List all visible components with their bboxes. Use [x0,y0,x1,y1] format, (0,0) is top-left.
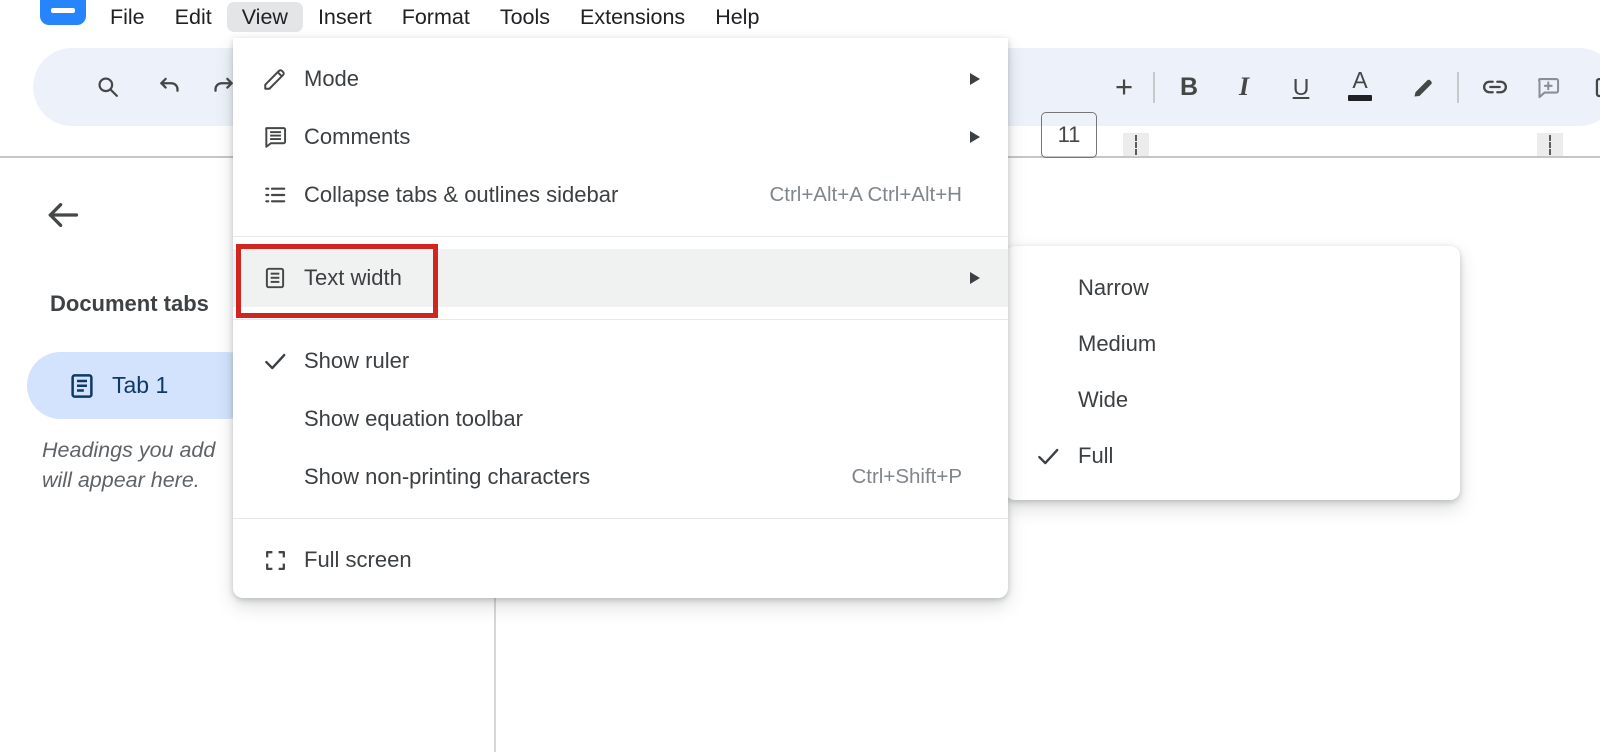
menu-divider [233,236,1008,237]
tab-1-item[interactable]: Tab 1 [27,352,260,419]
submenu-arrow-icon [970,73,980,85]
menu-item-show-ruler[interactable]: Show ruler [233,332,1008,390]
bold-icon: B [1180,73,1198,102]
menu-insert[interactable]: Insert [303,2,387,32]
underline-icon: U [1293,74,1310,101]
ruler-indent-marker[interactable] [1537,133,1563,157]
menubar-items: File Edit View Insert Format Tools Exten… [95,0,774,34]
menu-format[interactable]: Format [387,2,485,32]
docs-logo-bar [51,8,75,13]
check-icon [258,348,292,374]
text-width-submenu: Narrow Medium Wide Full [1005,246,1460,500]
page-edge-line [494,598,496,752]
highlight-color-icon[interactable] [1404,67,1444,107]
menu-extensions[interactable]: Extensions [565,2,700,32]
document-tabs-title: Document tabs [50,291,209,317]
shortcut-label: Ctrl+Alt+A Ctrl+Alt+H [769,183,962,207]
docs-logo-icon[interactable] [40,0,86,25]
font-size-input[interactable]: 11 [1041,112,1097,158]
submenu-item-medium[interactable]: Medium [1005,316,1460,372]
full-screen-icon [258,548,292,573]
submenu-item-wide[interactable]: Wide [1005,372,1460,428]
menu-tools[interactable]: Tools [485,2,565,32]
italic-button[interactable]: I [1224,67,1264,107]
headings-hint: Headings you add will appear here. [42,436,215,495]
italic-icon: I [1239,72,1249,102]
increase-font-size-button[interactable]: + [1104,67,1144,107]
insert-link-icon[interactable] [1475,67,1515,107]
menu-item-mode[interactable]: Mode [233,50,1008,108]
menu-view[interactable]: View [227,2,303,32]
submenu-item-narrow[interactable]: Narrow [1005,260,1460,316]
bold-button[interactable]: B [1169,67,1209,107]
google-docs-window: File Edit View Insert Format Tools Exten… [0,0,1600,752]
submenu-arrow-icon [970,131,980,143]
submenu-item-full[interactable]: Full [1005,428,1460,484]
submenu-arrow-icon [970,272,980,284]
comments-icon [258,124,292,150]
text-color-bar [1348,95,1372,101]
list-icon [258,182,292,208]
toolbar-divider [1457,72,1459,103]
menu-item-text-width[interactable]: Text width [233,249,1008,307]
tab-1-label: Tab 1 [112,372,168,399]
menu-help[interactable]: Help [700,2,774,32]
check-icon [1035,443,1078,469]
text-color-icon: A [1352,69,1367,92]
shortcut-label: Ctrl+Shift+P [851,465,962,489]
insert-image-icon[interactable] [1586,67,1600,107]
menu-item-full-screen[interactable]: Full screen [233,531,1008,589]
menu-divider [233,518,1008,519]
undo-icon[interactable] [150,67,190,107]
view-menu: Mode Comments Collapse tabs & outlines s… [233,38,1008,598]
plus-icon: + [1115,69,1133,105]
menu-file[interactable]: File [95,2,160,32]
text-width-icon [258,265,292,291]
search-icon[interactable] [88,67,128,107]
document-icon [67,371,97,401]
menu-item-comments[interactable]: Comments [233,108,1008,166]
menu-item-collapse-sidebar[interactable]: Collapse tabs & outlines sidebar Ctrl+Al… [233,166,1008,224]
toolbar-divider [1153,72,1155,103]
underline-button[interactable]: U [1281,67,1321,107]
menu-divider [233,319,1008,320]
text-color-button[interactable]: A [1340,65,1380,105]
menu-item-show-non-printing-characters[interactable]: Show non-printing characters Ctrl+Shift+… [233,448,1008,506]
menu-item-show-equation-toolbar[interactable]: Show equation toolbar [233,390,1008,448]
ruler-indent-marker[interactable] [1123,133,1149,157]
add-comment-icon[interactable] [1528,67,1568,107]
back-arrow-icon[interactable] [42,194,84,236]
menu-edit[interactable]: Edit [160,2,227,32]
menubar: File Edit View Insert Format Tools Exten… [0,0,1600,34]
pencil-icon [258,66,292,92]
